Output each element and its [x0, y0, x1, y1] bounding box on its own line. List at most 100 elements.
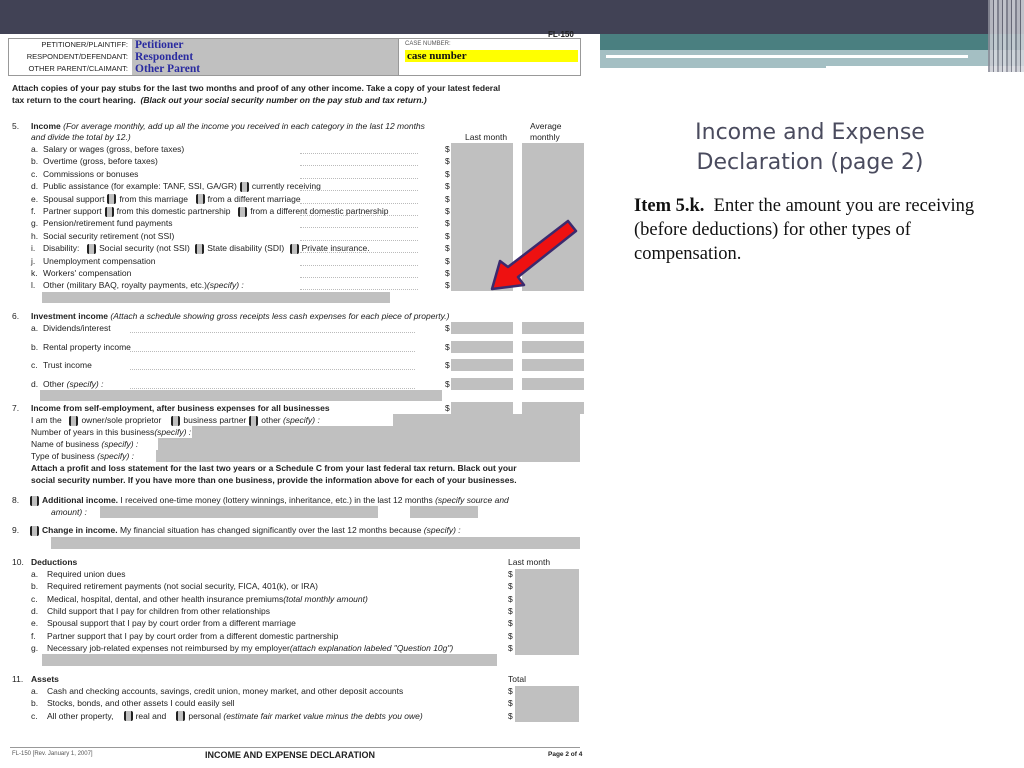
owner-checkbox[interactable] [69, 415, 79, 426]
specify-label: (specify) : [66, 378, 104, 389]
leader-dots [300, 277, 418, 278]
item-9-line: Change in income. My financial situation… [27, 525, 461, 536]
dollar-sign: $ [445, 378, 450, 389]
assets-column[interactable] [515, 686, 579, 722]
change-in-income-checkbox[interactable] [30, 525, 39, 536]
dollar-sign: $ [445, 243, 450, 254]
option-1-checkbox[interactable] [107, 194, 117, 205]
decorative-line [606, 55, 968, 58]
row-text: Partner support that I pay by court orde… [47, 630, 339, 641]
item-7-other-field[interactable] [393, 414, 580, 426]
partner-checkbox[interactable] [171, 415, 181, 426]
item-5-letter: b. [31, 156, 39, 167]
option-3-checkbox[interactable] [289, 243, 299, 254]
option-1-checkbox[interactable] [87, 243, 97, 254]
option-2-label: from a different marriage [207, 193, 301, 204]
item-10-letter: f. [31, 630, 36, 641]
name-of-business-field[interactable] [158, 438, 580, 450]
specify-label: (specify) : [206, 280, 244, 291]
additional-income-source-field[interactable] [100, 506, 378, 518]
item-7-average-field[interactable] [522, 402, 584, 414]
item-6-average-field[interactable] [522, 340, 584, 353]
leader-dots [130, 387, 415, 389]
item-5-row-label: Salary or wages (gross, before taxes) [43, 144, 184, 155]
dollar-sign: $ [508, 630, 513, 641]
item-5-letter: k. [31, 268, 38, 278]
item-6-letter: c. [31, 360, 38, 370]
option-2-checkbox[interactable] [195, 243, 205, 254]
dollar-sign: $ [445, 144, 450, 154]
row-text: Stocks, bonds, and other assets I could … [47, 698, 235, 709]
intro-text: tax return to the court hearing. [12, 95, 136, 105]
col-header-total: Total [508, 674, 526, 684]
item-10g-explanation-field[interactable] [42, 654, 497, 666]
label-other-parent: OTHER PARENT/CLAIMANT: [28, 64, 128, 73]
item-5-letter: a. [31, 144, 39, 154]
item-6-title: Investment income [31, 311, 108, 321]
item-5l-specify-field[interactable] [42, 292, 390, 303]
case-number-field[interactable]: case number [405, 50, 578, 62]
form-page: FL-150 PETITIONER/PLAINTIFF: RESPONDENT/… [0, 30, 600, 768]
item-5-letter: g. [31, 218, 39, 229]
real-property-checkbox[interactable] [123, 711, 133, 722]
case-header: PETITIONER/PLAINTIFF: RESPONDENT/DEFENDA… [8, 38, 581, 76]
real-label: real and [135, 710, 167, 721]
row-text: Pension/retirement fund payments [43, 218, 173, 229]
item-6-row-label: Trust income [43, 360, 92, 371]
specify-label: (total monthly amount) [283, 593, 368, 604]
row-text: Required retirement payments (not social… [47, 581, 318, 592]
dollar-sign: $ [445, 403, 450, 413]
option-1-checkbox[interactable] [104, 206, 114, 217]
item-5-title: Income [31, 121, 61, 131]
deductions-column[interactable] [515, 569, 579, 655]
item-6-row-label: Dividends/interest [43, 323, 111, 334]
row-text: Spousal support that I pay by court orde… [47, 618, 296, 629]
item-7-role-line: I am the owner/sole proprietor business … [31, 415, 320, 426]
row-text: Commissions or bonuses [43, 168, 139, 179]
specify-label: (specify) : [283, 415, 320, 425]
option-2-checkbox[interactable] [195, 194, 205, 205]
additional-income-checkbox[interactable] [30, 495, 39, 506]
row-text: Other [43, 378, 65, 389]
option-1-checkbox[interactable] [239, 181, 249, 192]
petitioner-field[interactable]: Petitioner [135, 39, 398, 51]
dollar-sign: $ [508, 605, 513, 616]
item-6d-specify-field[interactable] [40, 390, 442, 401]
personal-property-checkbox[interactable] [176, 711, 186, 722]
other-checkbox[interactable] [249, 415, 259, 426]
item-11-number: 11. [12, 674, 24, 684]
item-11-letter: b. [31, 698, 39, 709]
item-6-letter: a. [31, 323, 39, 333]
type-of-business-label: Type of business (specify) : [31, 451, 134, 462]
other-parent-field[interactable]: Other Parent [135, 63, 398, 75]
item-6-last-month-field[interactable] [451, 359, 513, 371]
change-in-income-field[interactable] [51, 537, 580, 549]
party-fields[interactable]: Petitioner Respondent Other Parent [132, 39, 398, 75]
dollar-sign: $ [445, 341, 450, 352]
item-5-letter: f. [31, 206, 36, 216]
footer-title: INCOME AND EXPENSE DECLARATION [205, 750, 376, 760]
row-text: Dividends/interest [43, 323, 111, 333]
item-6-last-month-field[interactable] [451, 377, 513, 390]
item-6-average-field[interactable] [522, 359, 584, 371]
row-text: Social security retirement (not SSI) [43, 230, 175, 241]
item-6-last-month-field[interactable] [451, 322, 513, 334]
item-5-number: 5. [12, 121, 20, 131]
type-of-business-field[interactable] [156, 450, 580, 462]
item-11-title: Assets [31, 674, 59, 684]
item-6-last-month-field[interactable] [451, 340, 513, 353]
item-7-last-month-field[interactable] [451, 402, 513, 414]
leader-dots [130, 332, 415, 333]
item-5-row-label: Pension/retirement fund payments [43, 218, 172, 229]
item-6-heading: Investment income (Attach a schedule sho… [31, 311, 449, 322]
years-in-business-field[interactable] [192, 426, 580, 438]
respondent-field[interactable]: Respondent [135, 51, 398, 63]
dollar-sign: $ [445, 323, 450, 333]
item-6-average-field[interactable] [522, 322, 584, 334]
option-2-checkbox[interactable] [238, 206, 248, 217]
row-text: Salary or wages (gross, before taxes) [43, 144, 185, 154]
additional-income-amount-field[interactable] [410, 506, 478, 518]
leader-dots [300, 215, 418, 216]
item-6-average-field[interactable] [522, 377, 584, 390]
item-5-letter: l. [31, 280, 36, 291]
